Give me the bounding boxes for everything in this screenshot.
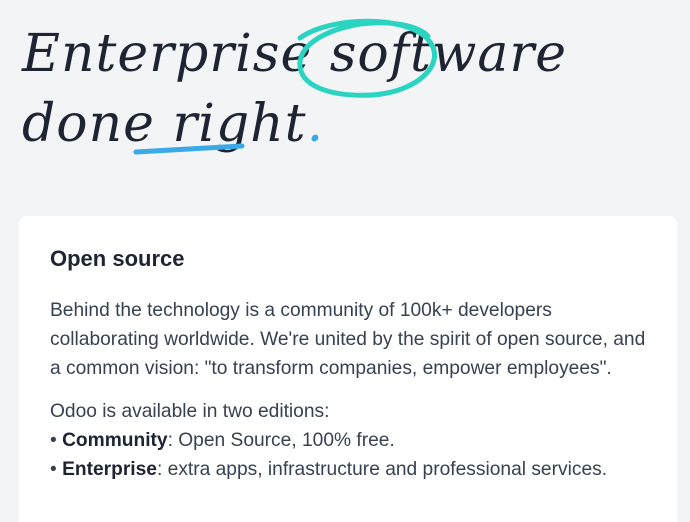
edition-desc-enterprise: : extra apps, infrastructure and profess… (156, 459, 608, 480)
list-item-community: • Community: Open Source, 100% free. (50, 426, 647, 455)
hero-text-software: software (329, 24, 568, 84)
page: Enterprise software done right. Open sou… (0, 0, 690, 522)
hero-dot: . (306, 94, 325, 154)
hero-text-right: right (172, 94, 307, 154)
edition-name-enterprise: Enterprise (62, 459, 157, 480)
hero-text-enterprise: Enterprise (22, 24, 330, 84)
editions-intro: Odoo is available in two editions: (50, 401, 330, 422)
editions-list: • Community: Open Source, 100% free. • E… (50, 426, 647, 484)
open-source-card: Open source Behind the technology is a c… (19, 216, 677, 522)
bullet: • (50, 459, 63, 480)
edition-desc-community: : Open Source, 100% free. (167, 430, 395, 451)
hero-line-1: Enterprise software (22, 24, 567, 84)
list-item-enterprise: • Enterprise: extra apps, infrastructure… (50, 455, 647, 484)
hero-line-2: done right. (22, 94, 324, 154)
card-title: Open source (50, 246, 185, 271)
hero-text-done: done (22, 94, 173, 154)
hero-heading: Enterprise software done right. (0, 0, 690, 200)
card-paragraph: Behind the technology is a community of … (50, 300, 646, 379)
edition-name-community: Community (62, 430, 168, 451)
bullet: • (50, 430, 63, 451)
